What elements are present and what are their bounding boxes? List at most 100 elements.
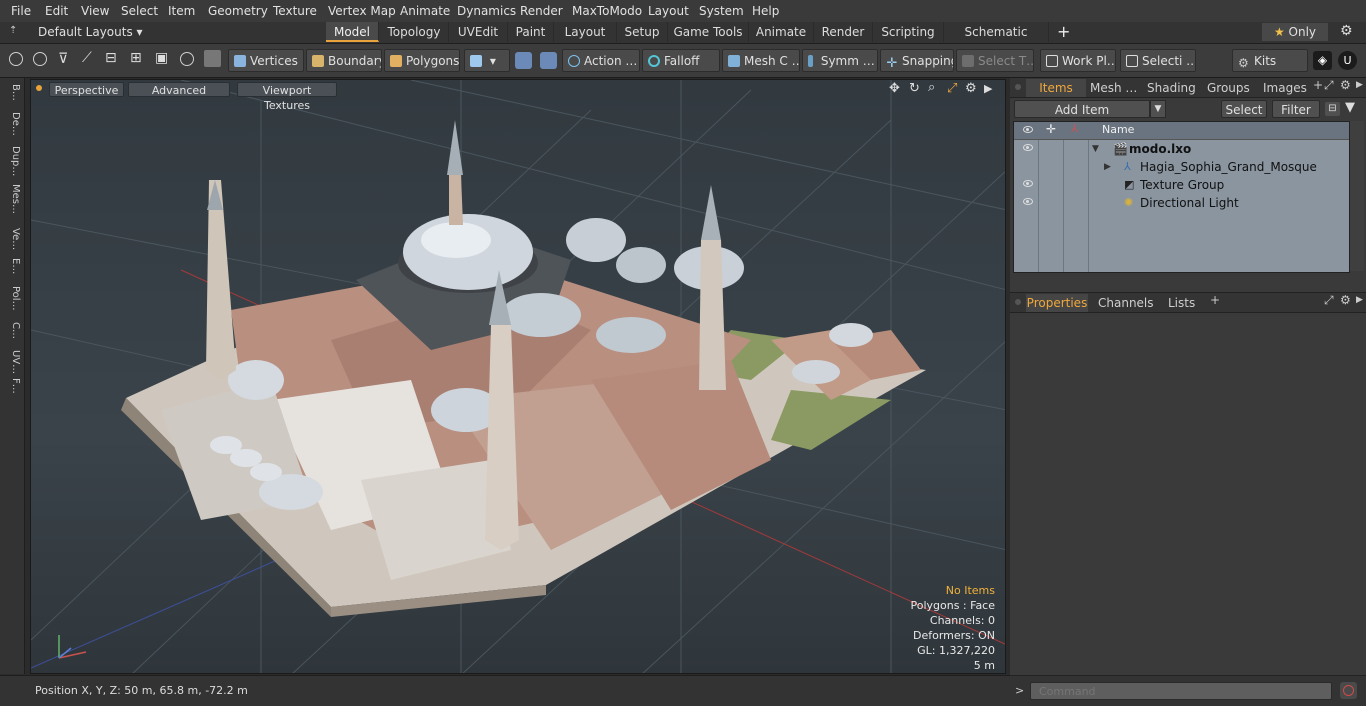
only-toggle[interactable]: ★ Only — [1262, 23, 1328, 41]
tab-uvedit[interactable]: UVEdit — [449, 22, 508, 42]
unity-icon[interactable]: ◈ — [1313, 51, 1332, 70]
tab-topology[interactable]: Topology — [380, 22, 449, 42]
record-button[interactable] — [1340, 682, 1357, 699]
menu-system[interactable]: System — [699, 4, 744, 18]
mosque-model[interactable] — [121, 120, 926, 617]
add-item-dropdown-icon[interactable]: ▼ — [1150, 100, 1166, 118]
menu-edit[interactable]: Edit — [45, 4, 68, 18]
menu-view[interactable]: View — [81, 4, 109, 18]
strip-tab-edge[interactable]: E… — [3, 258, 21, 274]
symmetry-button[interactable]: Symm … — [802, 49, 878, 72]
strip-tab-uv[interactable]: UV… — [3, 350, 21, 374]
collapse-icon[interactable]: ⊟ — [1325, 102, 1340, 116]
tab-properties[interactable]: Properties — [1026, 294, 1088, 312]
menu-vertex-map[interactable]: Vertex Map — [328, 4, 396, 18]
visibility-eye-icon[interactable] — [1023, 144, 1033, 151]
item-list-scrollbar[interactable] — [1350, 121, 1364, 271]
select-through-button[interactable]: Select T… — [956, 49, 1034, 72]
add-item-button[interactable]: Add Item — [1014, 100, 1150, 118]
panel-gear-icon[interactable]: ⚙ — [1340, 78, 1351, 92]
polygons-button[interactable]: Polygons — [384, 49, 460, 72]
item-list[interactable]: ✛ ⅄ Name ▼ 🎬 modo.lxo ▶ ⅄ Hagia_Sophia_G… — [1013, 121, 1350, 273]
tab-groups[interactable]: Groups — [1207, 79, 1250, 97]
add-tab-icon[interactable]: + — [1313, 78, 1323, 92]
gear-icon[interactable]: ⚙ — [1340, 23, 1353, 39]
action-center-button[interactable]: Action … — [562, 49, 640, 72]
strip-tab-mesh[interactable]: Mes… — [3, 184, 21, 214]
pivot-icon[interactable]: ⊟ — [105, 50, 117, 66]
brush-icon[interactable]: ⟋ — [82, 50, 92, 66]
strip-tab-polygon[interactable]: Pol… — [3, 286, 21, 311]
vertices-button[interactable]: Vertices — [228, 49, 304, 72]
symmetry-icon[interactable] — [515, 52, 532, 69]
strip-tab-basic[interactable]: B… — [3, 84, 21, 101]
panel-gear-icon[interactable]: ⚙ — [1340, 293, 1351, 307]
selection-sets-button[interactable]: Selecti … — [1120, 49, 1196, 72]
tab-schematic-fusion[interactable]: Schematic Fusion — [944, 22, 1049, 59]
viewport-menu-arrow-icon[interactable]: ▶ — [984, 82, 992, 95]
tab-shading[interactable]: Shading — [1147, 79, 1196, 97]
add-tab-icon[interactable]: + — [1210, 293, 1220, 307]
select-button[interactable]: Select — [1221, 100, 1267, 118]
viewport-scene[interactable] — [31, 80, 1006, 674]
list-item-directional-light[interactable]: ✺ Directional Light — [1014, 194, 1346, 212]
menu-layout[interactable]: Layout — [648, 4, 689, 18]
tab-mesh[interactable]: Mesh … — [1090, 79, 1137, 97]
menu-help[interactable]: Help — [752, 4, 779, 18]
tab-animate[interactable]: Animate — [749, 22, 814, 42]
globe-icon[interactable] — [33, 52, 47, 66]
visibility-eye-icon[interactable] — [1023, 180, 1033, 187]
list-item-modo-lxo[interactable]: ▼ 🎬 modo.lxo — [1014, 140, 1346, 158]
tab-layout[interactable]: Layout — [554, 22, 617, 42]
component-dropdown[interactable]: ▾ — [464, 49, 510, 72]
command-input[interactable] — [1030, 682, 1332, 700]
tab-scripting[interactable]: Scripting — [873, 22, 944, 42]
zoom-icon[interactable]: ⌕ — [928, 80, 935, 95]
tab-channels[interactable]: Channels — [1098, 294, 1154, 312]
work-plane-button[interactable]: Work Pl… — [1040, 49, 1116, 72]
menu-render[interactable]: Render — [520, 4, 563, 18]
mesh-constraint-button[interactable]: Mesh C … — [722, 49, 800, 72]
expand-icon[interactable]: ⤢ — [1324, 78, 1334, 93]
strip-tab-vertex[interactable]: Ve… — [3, 228, 21, 250]
viewport-settings-icon[interactable]: ⚙ — [965, 81, 977, 96]
rotate-icon[interactable]: ↻ — [909, 81, 920, 96]
transform-icon[interactable] — [540, 52, 557, 69]
list-item-texture-group[interactable]: ◩ Texture Group — [1014, 176, 1346, 194]
strip-tab-curve[interactable]: C… — [3, 322, 21, 339]
tab-model[interactable]: Model — [326, 22, 379, 42]
menu-dynamics[interactable]: Dynamics — [457, 4, 516, 18]
maximize-icon[interactable]: ⤢ — [947, 81, 957, 96]
default-layouts-dropdown[interactable]: Default Layouts ▾ — [38, 25, 143, 39]
advanced-button[interactable]: Advanced — [128, 82, 230, 97]
add-tab-icon[interactable]: + — [1057, 22, 1070, 41]
menu-maxtomodo[interactable]: MaxToModo — [572, 4, 642, 18]
3d-viewport[interactable]: Perspective Advanced Viewport Textures ✥… — [30, 79, 1006, 674]
tab-paint[interactable]: Paint — [508, 22, 554, 42]
menu-texture[interactable]: Texture — [273, 4, 317, 18]
perspective-button[interactable]: Perspective — [49, 82, 124, 97]
tab-render[interactable]: Render — [814, 22, 873, 42]
strip-tab-deform[interactable]: De… — [3, 112, 21, 136]
viewport-textures-button[interactable]: Viewport Textures — [237, 82, 337, 112]
item-mode-icon[interactable] — [204, 50, 221, 67]
pan-icon[interactable]: ✥ — [889, 81, 900, 96]
name-column-header[interactable]: Name — [1102, 123, 1134, 136]
list-item-mesh[interactable]: ▶ ⅄ Hagia_Sophia_Grand_Mosque — [1014, 158, 1346, 176]
tab-setup[interactable]: Setup — [617, 22, 668, 42]
expand-arrow-icon[interactable]: ▼ — [1092, 140, 1099, 158]
strip-tab-duplicate[interactable]: Dup… — [3, 146, 21, 176]
tab-items[interactable]: Items — [1026, 79, 1086, 97]
tab-game-tools[interactable]: Game Tools — [668, 22, 749, 42]
menu-animate[interactable]: Animate — [400, 4, 450, 18]
select-circle-icon[interactable] — [9, 52, 23, 66]
center-icon[interactable]: ⊞ — [130, 50, 142, 66]
layout-arrows-icon[interactable]: ⇡ — [9, 26, 19, 36]
panel-arrow-icon[interactable]: ▶ — [1356, 80, 1363, 90]
menu-item[interactable]: Item — [168, 4, 195, 18]
expand-arrow-icon[interactable]: ▶ — [1104, 158, 1111, 176]
kits-button[interactable]: ⚙ Kits — [1232, 49, 1308, 72]
menu-geometry[interactable]: Geometry — [208, 4, 268, 18]
tab-lists[interactable]: Lists — [1168, 294, 1195, 312]
funnel-icon[interactable]: ▼ — [1345, 100, 1355, 115]
